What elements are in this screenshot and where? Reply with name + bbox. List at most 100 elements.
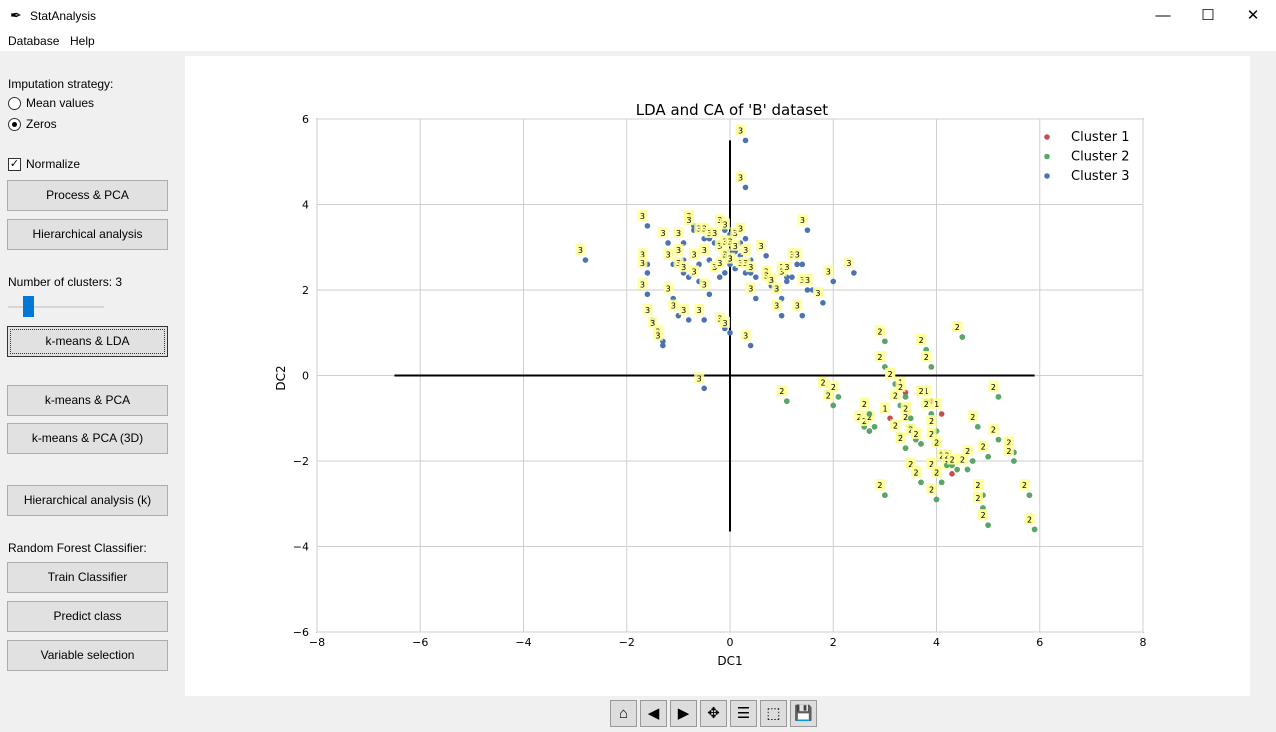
point-label: 3 — [748, 285, 753, 294]
plot-canvas[interactable]: LDA and CA of 'B' dataset DC1 DC2 −8 −6 −4… — [185, 56, 1250, 696]
zeros-radio[interactable] — [8, 118, 21, 131]
point-label: 2 — [903, 404, 908, 413]
point-label: 3 — [691, 250, 696, 259]
save-icon[interactable]: 💾 — [790, 700, 817, 727]
train-classifier-button[interactable]: Train Classifier — [7, 562, 168, 593]
pan-icon[interactable]: ✥ — [700, 700, 727, 727]
point-marker — [1031, 526, 1038, 533]
y-tick-label: 4 — [302, 199, 309, 212]
clusters-slider-thumb[interactable] — [23, 296, 34, 317]
variable-selection-button[interactable]: Variable selection — [7, 640, 168, 671]
point-marker — [747, 342, 754, 349]
point-label: 2 — [821, 379, 826, 388]
point-marker — [866, 411, 873, 417]
point-label: 3 — [743, 332, 748, 341]
point-label: 2 — [893, 391, 898, 400]
point-label: 3 — [686, 216, 691, 225]
mean-values-radio[interactable] — [8, 97, 21, 110]
point-label: 3 — [795, 302, 800, 311]
x-tick-label: 8 — [1140, 636, 1147, 649]
point-label: 3 — [666, 250, 671, 259]
point-marker — [820, 300, 826, 306]
point-marker — [799, 312, 806, 319]
configure-icon[interactable]: ☰ — [730, 700, 757, 727]
x-tick-label: 4 — [933, 636, 940, 649]
point-marker — [701, 317, 707, 323]
point-label: 2 — [981, 511, 986, 520]
minimize-button[interactable]: — — [1140, 0, 1186, 31]
point-marker — [985, 453, 991, 460]
point-marker — [902, 394, 909, 400]
point-label: 3 — [666, 285, 671, 294]
point-label: 2 — [893, 421, 898, 430]
point-marker — [959, 334, 966, 340]
menu-database[interactable]: Database — [8, 34, 59, 48]
point-label: 2 — [1027, 515, 1032, 524]
point-label: 2 — [934, 438, 939, 447]
point-marker — [794, 261, 800, 268]
point-label: 3 — [743, 246, 748, 255]
edit-axes-icon[interactable]: ⬚ — [760, 700, 787, 727]
point-label: 2 — [826, 391, 831, 400]
mean-values-label: Mean values — [26, 96, 95, 110]
point-label: 2 — [965, 447, 970, 456]
point-marker — [969, 458, 976, 464]
legend-marker — [1044, 173, 1050, 179]
point-marker — [975, 424, 981, 430]
zeros-label: Zeros — [26, 117, 57, 131]
point-label: 3 — [697, 306, 702, 315]
point-marker — [706, 291, 713, 298]
point-marker — [985, 522, 991, 528]
point-marker — [882, 338, 888, 345]
point-label: 3 — [661, 229, 666, 238]
x-tick-label: −4 — [515, 636, 531, 649]
x-tick-label: −6 — [412, 636, 428, 649]
point-label: 3 — [702, 280, 707, 289]
point-label: 2 — [862, 400, 867, 409]
point-label: 2 — [929, 417, 934, 426]
process-pca-button[interactable]: Process & PCA — [7, 180, 168, 211]
predict-class-button[interactable]: Predict class — [7, 601, 168, 632]
home-icon[interactable]: ⌂ — [610, 700, 637, 727]
point-marker — [783, 398, 790, 404]
point-label: 2 — [955, 323, 960, 332]
imputation-label: Imputation strategy: — [8, 77, 114, 91]
point-label: 3 — [805, 276, 810, 285]
maximize-button[interactable]: ☐ — [1185, 0, 1231, 31]
x-tick-label: 0 — [727, 636, 734, 649]
point-label: 3 — [784, 263, 789, 272]
tick-labels: −8 −6 −4 −2 0 2 4 6 8−6−4−20246 — [293, 113, 1147, 649]
hierarchical-analysis-button[interactable]: Hierarchical analysis — [7, 219, 168, 250]
point-marker — [722, 270, 728, 276]
normalize-checkbox[interactable]: ✓ — [8, 158, 21, 171]
forward-icon[interactable]: ▶ — [670, 700, 697, 727]
point-label: 2 — [934, 468, 939, 477]
menu-bar: Database Help — [0, 31, 1276, 51]
point-label: 2 — [888, 370, 893, 379]
hierarchical-analysis-k-button[interactable]: Hierarchical analysis (k) — [7, 485, 168, 516]
point-label: 2 — [975, 481, 980, 490]
point-marker — [778, 312, 785, 319]
point-label: 3 — [733, 242, 738, 251]
kmeans-lda-button[interactable]: k-means & LDA — [7, 326, 168, 357]
point-marker — [918, 441, 924, 447]
close-button[interactable]: ✕ — [1230, 0, 1276, 31]
point-label: 3 — [728, 255, 733, 264]
point-marker — [995, 394, 1002, 400]
control-panel: Imputation strategy: Mean values Zeros ✓… — [0, 51, 180, 732]
point-label: 3 — [722, 220, 727, 229]
point-marker — [995, 436, 1002, 443]
back-icon[interactable]: ◀ — [640, 700, 667, 727]
menu-help[interactable]: Help — [70, 34, 95, 48]
point-marker — [753, 274, 759, 280]
point-marker — [1026, 492, 1033, 499]
kmeans-pca-button[interactable]: k-means & PCA — [7, 385, 168, 416]
point-label: 2 — [975, 494, 980, 503]
point-label: 2 — [898, 434, 903, 443]
point-label: 3 — [697, 374, 702, 383]
kmeans-pca-3d-button[interactable]: k-means & PCA (3D) — [7, 423, 168, 454]
point-label: 3 — [640, 280, 645, 289]
point-marker — [804, 227, 811, 233]
y-axis-label: DC2 — [274, 365, 288, 390]
point-label: 2 — [831, 383, 836, 392]
